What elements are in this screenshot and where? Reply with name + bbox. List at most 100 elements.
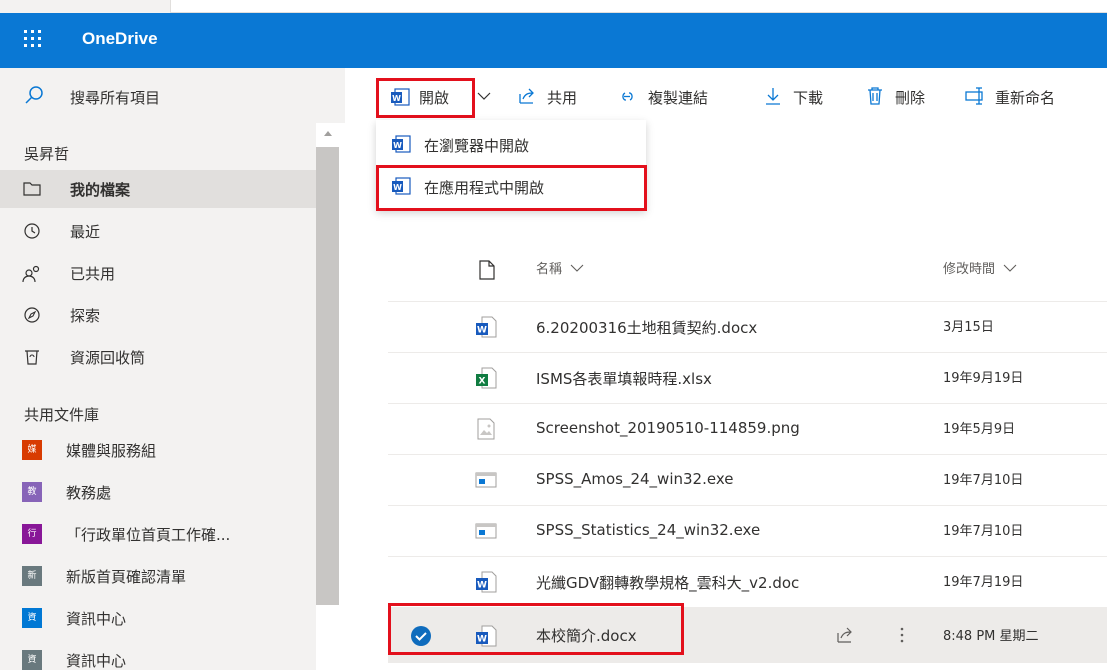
file-row[interactable]: W 6.20200316土地租賃契約.docx 3月15日 — [388, 301, 1107, 351]
column-header-modified[interactable]: 修改時間 — [943, 258, 1017, 288]
library-label: 「行政單位首頁工作確... — [66, 526, 231, 544]
file-name[interactable]: Screenshot_20190510-114859.png — [536, 419, 800, 437]
word-icon: W — [392, 135, 411, 153]
sort-chevron-icon — [1003, 264, 1017, 272]
column-header-modified-label: 修改時間 — [943, 262, 996, 277]
more-options-icon[interactable] — [898, 625, 906, 645]
copy-link-button-label: 複製連結 — [648, 89, 709, 107]
scroll-up-arrow-icon[interactable] — [324, 131, 332, 136]
library-tile-icon: 資 — [22, 608, 42, 628]
exe-file-icon — [475, 472, 497, 488]
share-button-label: 共用 — [547, 89, 578, 107]
rename-icon — [965, 87, 983, 105]
copy-link-button[interactable]: 複製連結 — [617, 86, 747, 108]
shared-icon — [22, 265, 40, 283]
svg-text:W: W — [477, 581, 487, 591]
rename-button-label: 重新命名 — [995, 89, 1056, 107]
delete-icon — [868, 87, 882, 105]
user-name: 吳昇哲 — [24, 145, 70, 163]
library-item[interactable]: 新 新版首頁確認清單 — [0, 557, 316, 595]
rename-button[interactable]: 重新命名 — [965, 86, 1095, 108]
open-in-app-highlight — [376, 165, 647, 211]
libraries-heading: 共用文件庫 — [24, 406, 100, 424]
delete-button[interactable]: 刪除 — [865, 86, 945, 108]
nav-item-label: 資源回收筒 — [70, 349, 146, 367]
library-tile-icon: 新 — [22, 566, 42, 586]
link-icon — [622, 92, 633, 101]
nav-item-label: 我的檔案 — [70, 181, 131, 199]
library-item[interactable]: 教 教務處 — [0, 473, 316, 511]
library-tile-icon: 媒 — [22, 440, 42, 460]
nav-item-my-files[interactable]: 我的檔案 — [0, 170, 316, 208]
column-header-name[interactable]: 名稱 — [536, 258, 584, 288]
download-button[interactable]: 下載 — [763, 86, 843, 108]
file-row[interactable]: SPSS_Statistics_24_win32.exe 19年7月10日 — [388, 505, 1107, 555]
library-tile-icon: 教 — [22, 482, 42, 502]
file-modified: 19年7月10日 — [943, 524, 1024, 539]
library-item[interactable]: 行 「行政單位首頁工作確... — [0, 515, 316, 553]
nav-panel: 吳昇哲 我的檔案 最近 已共用 探索 資源回收筒 共用文件庫 媒 媒體與服務組 … — [0, 123, 316, 670]
file-name[interactable]: SPSS_Statistics_24_win32.exe — [536, 521, 760, 539]
file-row[interactable]: W 光纖GDV翻轉教學規格_雲科大_v2.doc 19年7月19日 — [388, 556, 1107, 606]
file-row[interactable]: SPSS_Amos_24_win32.exe 19年7月10日 — [388, 454, 1107, 504]
library-tile-icon: 行 — [22, 524, 42, 544]
chevron-down-icon[interactable] — [477, 91, 491, 101]
file-modified: 8:48 PM 星期二 — [943, 629, 1039, 644]
word-file-icon: W — [476, 316, 497, 338]
library-label: 新版首頁確認清單 — [66, 568, 187, 586]
file-name[interactable]: 6.20200316土地租賃契約.docx — [536, 317, 757, 338]
nav-item-recent[interactable]: 最近 — [0, 212, 316, 250]
library-label: 媒體與服務組 — [66, 442, 157, 460]
app-title[interactable]: OneDrive — [82, 29, 158, 49]
recent-icon — [24, 223, 40, 239]
svg-text:X: X — [479, 377, 486, 387]
share-button[interactable]: 共用 — [517, 86, 607, 108]
excel-file-icon: X — [476, 367, 497, 389]
discover-icon — [24, 307, 40, 323]
file-modified: 3月15日 — [943, 320, 994, 335]
file-modified: 19年7月10日 — [943, 473, 1024, 488]
column-header-name-label: 名稱 — [536, 262, 563, 277]
browser-tab-edge — [170, 0, 1107, 13]
browser-top-strip — [0, 0, 1107, 13]
file-modified: 19年9月19日 — [943, 371, 1024, 386]
sidebar: 搜尋所有項目 吳昇哲 我的檔案 最近 已共用 探索 資源回收筒 共用文件庫 媒 … — [0, 68, 345, 670]
library-tile-icon: 資 — [22, 650, 42, 670]
open-button-highlight — [376, 78, 475, 118]
nav-item-shared[interactable]: 已共用 — [0, 254, 316, 292]
nav-item-discover[interactable]: 探索 — [0, 296, 316, 334]
search-input[interactable]: 搜尋所有項目 — [70, 87, 160, 108]
nav-item-label: 探索 — [70, 307, 101, 325]
selected-file-highlight — [388, 603, 684, 655]
nav-item-recycle-bin[interactable]: 資源回收筒 — [0, 338, 316, 376]
folder-icon — [23, 182, 41, 196]
word-file-icon: W — [476, 571, 497, 593]
scrollbar-thumb[interactable] — [316, 147, 339, 605]
download-icon — [766, 88, 780, 105]
app-header: OneDrive — [0, 13, 1107, 68]
file-modified: 19年7月19日 — [943, 575, 1024, 590]
library-item[interactable]: 資 資訊中心 — [0, 641, 316, 670]
library-label: 資訊中心 — [66, 610, 127, 628]
recycle-bin-icon — [25, 350, 39, 365]
library-label: 教務處 — [66, 484, 112, 502]
file-name[interactable]: ISMS各表單填報時程.xlsx — [536, 368, 712, 389]
file-row[interactable]: X ISMS各表單填報時程.xlsx 19年9月19日 — [388, 352, 1107, 402]
search-box[interactable]: 搜尋所有項目 — [0, 68, 345, 123]
nav-item-label: 已共用 — [70, 265, 116, 283]
exe-file-icon — [475, 523, 497, 539]
share-icon[interactable] — [835, 625, 855, 645]
file-row[interactable]: Screenshot_20190510-114859.png 19年5月9日 — [388, 403, 1107, 453]
download-button-label: 下載 — [793, 89, 824, 107]
file-name[interactable]: SPSS_Amos_24_win32.exe — [536, 470, 733, 488]
nav-item-label: 最近 — [70, 223, 101, 241]
search-icon — [25, 86, 43, 104]
file-name[interactable]: 光纖GDV翻轉教學規格_雲科大_v2.doc — [536, 572, 799, 593]
file-type-header-icon[interactable] — [477, 259, 497, 281]
open-in-browser-item[interactable]: W 在瀏覽器中開啟 — [376, 124, 646, 164]
share-icon — [519, 88, 534, 104]
library-item[interactable]: 資 資訊中心 — [0, 599, 316, 637]
library-item[interactable]: 媒 媒體與服務組 — [0, 431, 316, 469]
sidebar-scrollbar[interactable] — [316, 123, 339, 670]
app-launcher-icon[interactable] — [24, 30, 44, 50]
